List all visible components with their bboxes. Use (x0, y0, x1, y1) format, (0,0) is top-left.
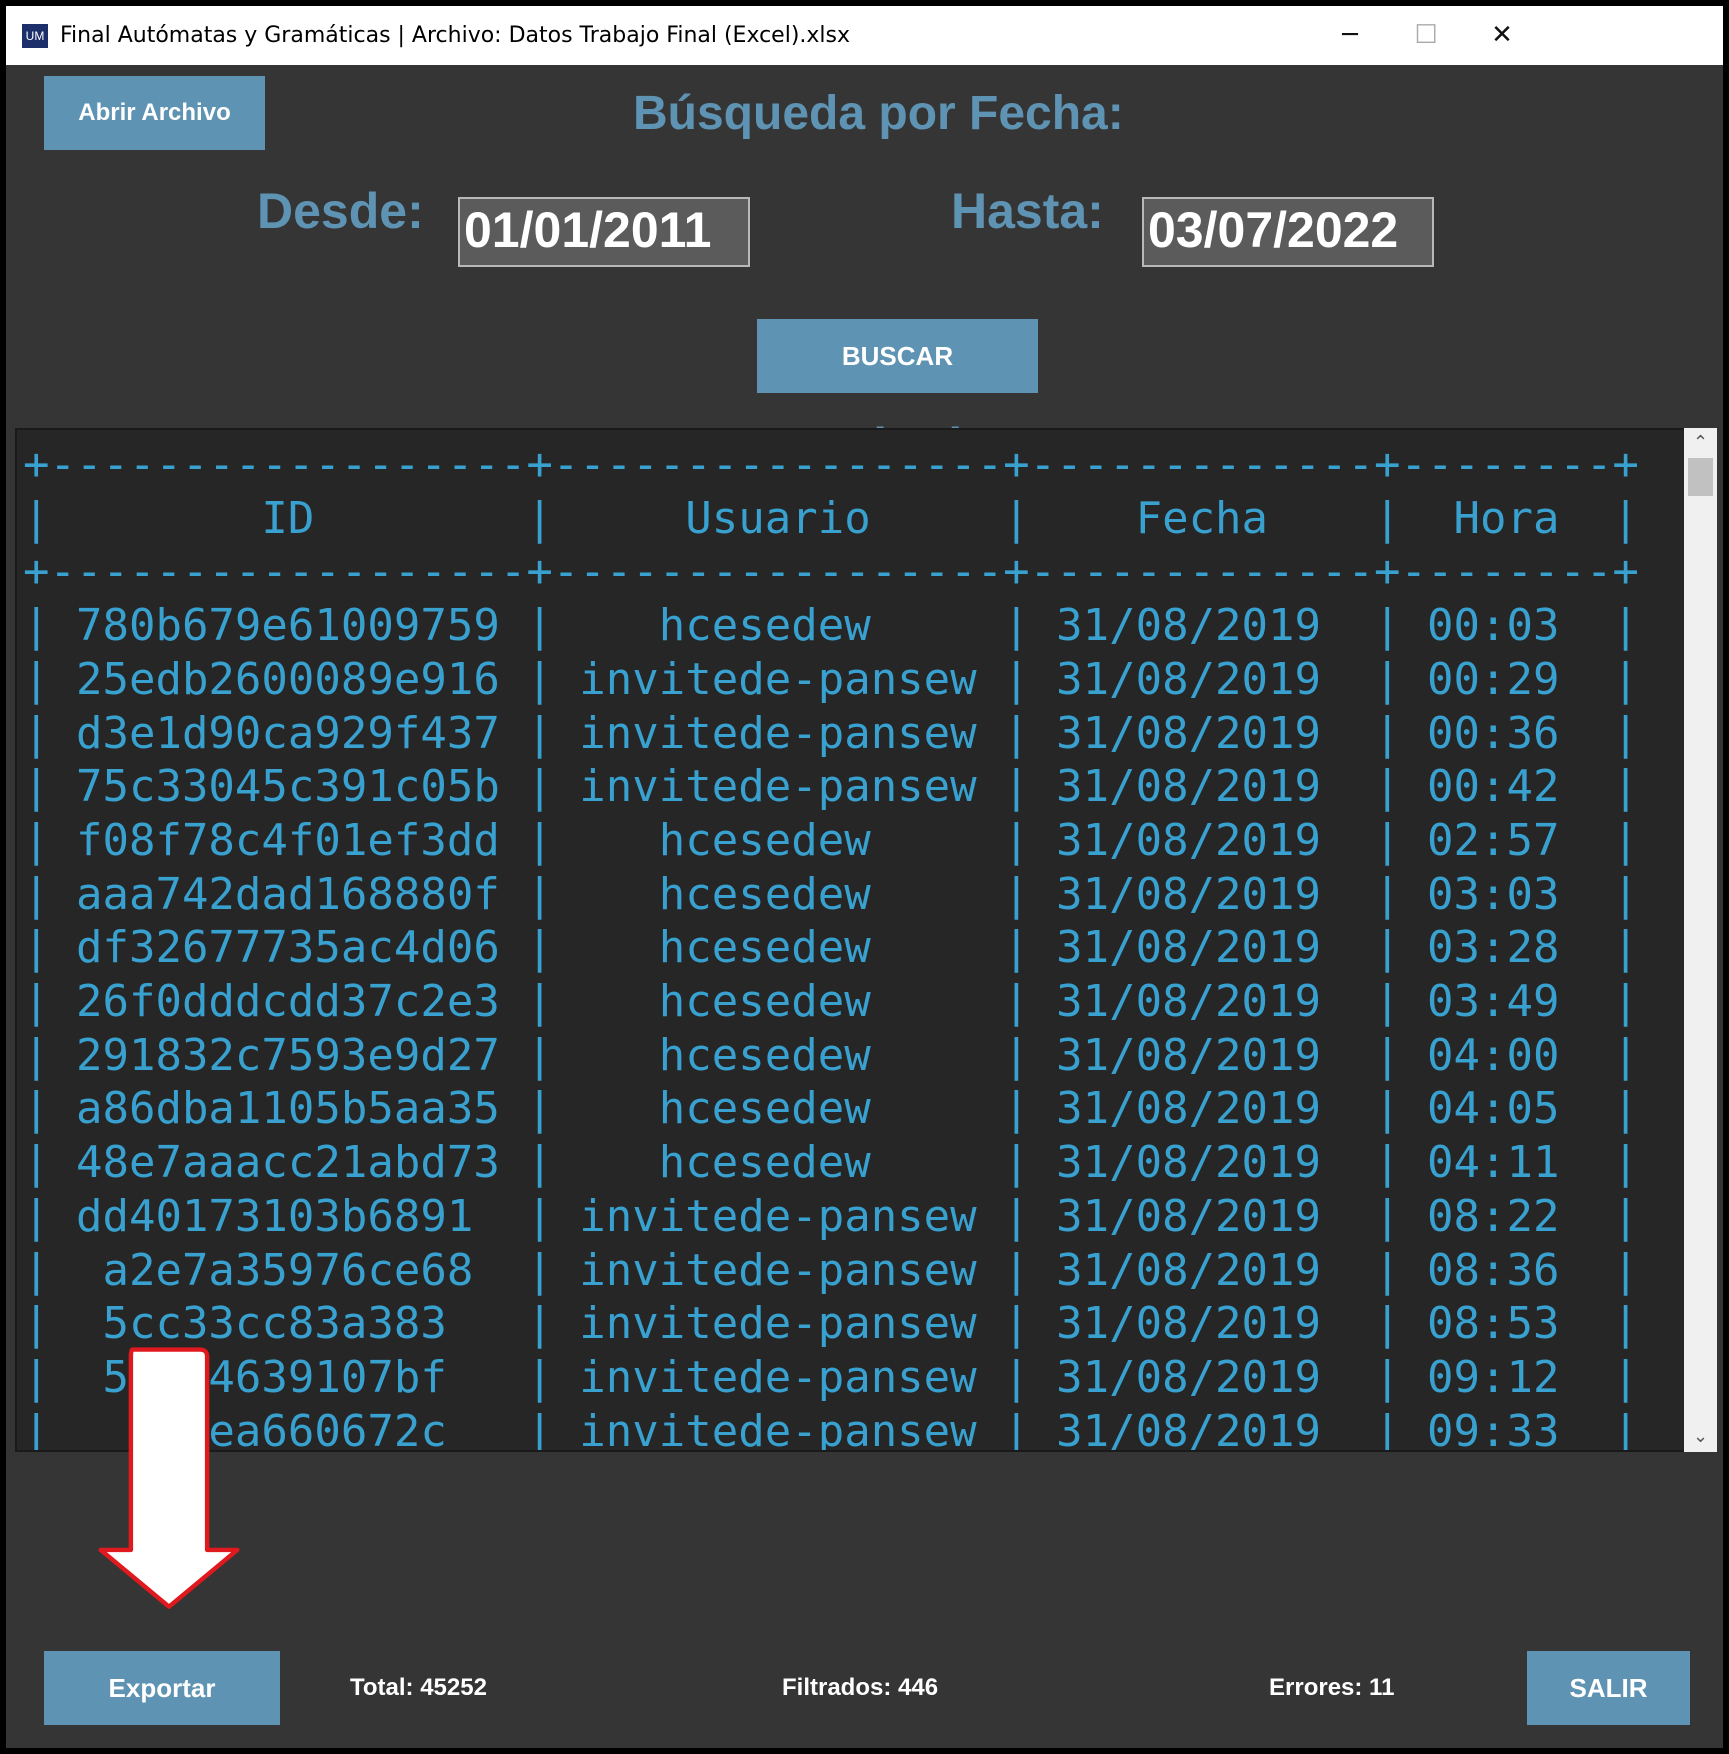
filtered-count: Filtrados: 446 (782, 1674, 939, 1701)
errors-count: Errores: 11 (1269, 1674, 1395, 1701)
scroll-down-icon[interactable]: ⌄ (1684, 1422, 1717, 1452)
scroll-thumb[interactable] (1688, 458, 1713, 496)
from-date-input[interactable]: 01/01/2011 (458, 197, 750, 267)
from-label: Desde: (257, 183, 424, 239)
search-button[interactable]: BUSCAR (757, 319, 1038, 393)
to-label: Hasta: (951, 183, 1104, 239)
maximize-icon[interactable]: ☐ (1384, 6, 1468, 65)
search-title: Búsqueda por Fecha: (633, 87, 1124, 140)
results-scrollbar[interactable]: ⌃ ⌄ (1684, 428, 1717, 1452)
total-count: Total: 45252 (350, 1674, 487, 1701)
open-file-button[interactable]: Abrir Archivo (44, 76, 265, 150)
window-title: Final Autómatas y Gramáticas | Archivo: … (60, 23, 851, 48)
scroll-up-icon[interactable]: ⌃ (1684, 428, 1717, 458)
app-logo-icon: UM (22, 24, 48, 48)
exit-button[interactable]: SALIR (1527, 1651, 1690, 1725)
title-bar: UM Final Autómatas y Gramáticas | Archiv… (6, 6, 1723, 65)
results-table[interactable]: +------------------+-----------------+--… (15, 428, 1690, 1452)
annotation-arrow-icon (98, 1347, 240, 1609)
results-table-text: +------------------+-----------------+--… (23, 439, 1639, 1452)
to-date-input[interactable]: 03/07/2022 (1142, 197, 1434, 267)
minimize-icon[interactable]: ─ (1308, 6, 1392, 65)
app-window: UM Final Autómatas y Gramáticas | Archiv… (6, 6, 1723, 1748)
export-button[interactable]: Exportar (44, 1651, 280, 1725)
close-icon[interactable]: ✕ (1460, 6, 1544, 65)
